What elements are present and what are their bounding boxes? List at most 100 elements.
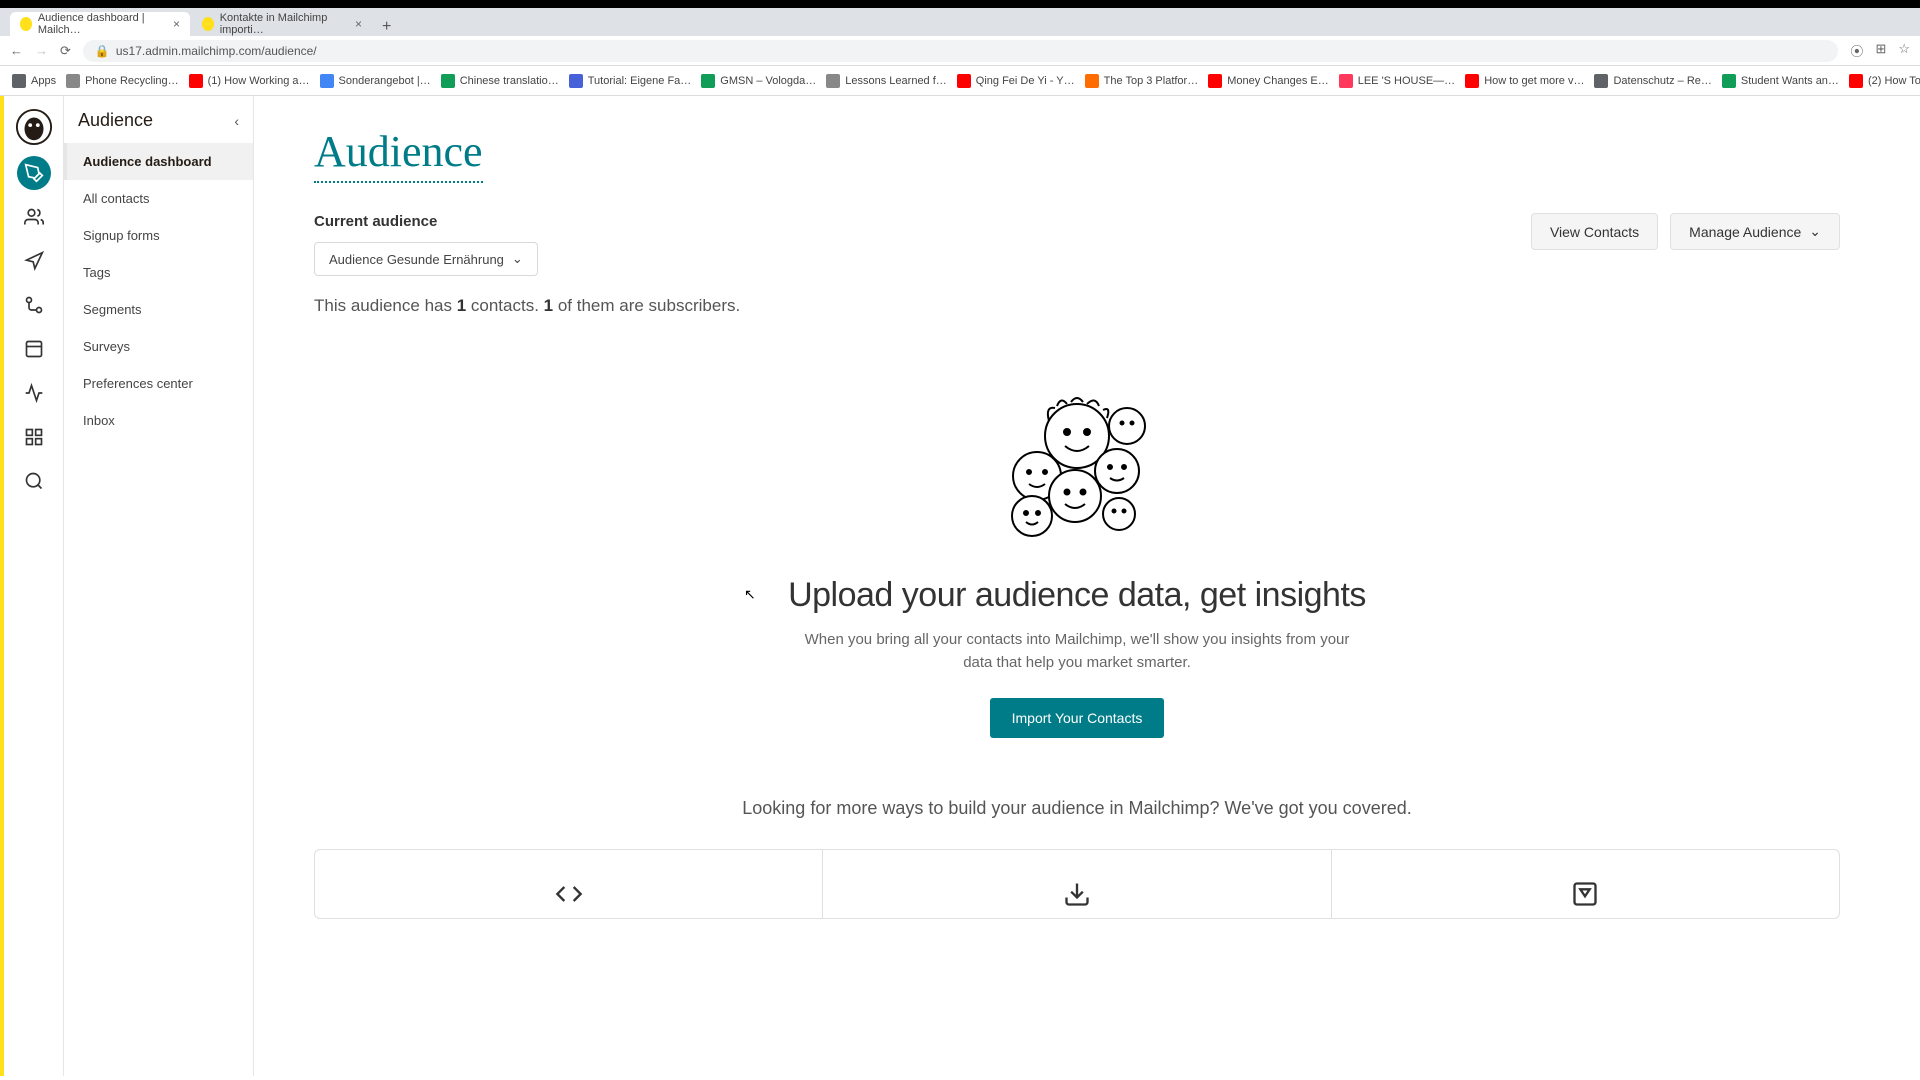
chevron-down-icon: ⌄: [512, 251, 523, 267]
mailchimp-favicon: [20, 17, 32, 31]
bookmark-item[interactable]: Tutorial: Eigene Fa…: [569, 74, 692, 88]
import-contacts-button[interactable]: Import Your Contacts: [990, 698, 1165, 738]
bookmark-item[interactable]: Datenschutz – Re…: [1594, 74, 1711, 88]
audience-illustration: [977, 366, 1177, 546]
star-icon[interactable]: ☆: [1898, 41, 1910, 60]
mailchimp-logo[interactable]: [15, 108, 53, 146]
sidebar-item-signup-forms[interactable]: Signup forms: [64, 217, 253, 254]
sidebar-title: Audience: [78, 110, 153, 131]
bookmark-item[interactable]: LEE 'S HOUSE—…: [1339, 74, 1455, 88]
rail-campaigns-icon[interactable]: [17, 244, 51, 278]
bookmark-item[interactable]: (1) How Working a…: [189, 74, 310, 88]
chevron-down-icon: ⌄: [1809, 223, 1821, 240]
bookmark-item[interactable]: Qing Fei De Yi - Y…: [957, 74, 1075, 88]
bookmark-item[interactable]: Sonderangebot |…: [320, 74, 431, 88]
apps-icon: [12, 74, 26, 88]
sidebar-item-surveys[interactable]: Surveys: [64, 328, 253, 365]
browser-tab[interactable]: Kontakte in Mailchimp importi… ×: [192, 12, 372, 36]
bookmark-item[interactable]: Phone Recycling…: [66, 74, 179, 88]
card-import[interactable]: [823, 850, 1331, 918]
rail-integrations-icon[interactable]: [17, 420, 51, 454]
bookmark-favicon: [1085, 74, 1099, 88]
sidebar-header: Audience ‹: [64, 110, 253, 143]
bookmark-item[interactable]: Student Wants an…: [1722, 74, 1839, 88]
card-landing[interactable]: [1332, 850, 1839, 918]
rail-search-icon[interactable]: [17, 464, 51, 498]
bookmark-item[interactable]: How to get more v…: [1465, 74, 1584, 88]
mailchimp-favicon: [202, 17, 214, 31]
rail-content-icon[interactable]: [17, 376, 51, 410]
bookmark-favicon: [66, 74, 80, 88]
code-icon: [555, 880, 583, 908]
rail-website-icon[interactable]: [17, 332, 51, 366]
url-text: us17.admin.mailchimp.com/audience/: [116, 44, 317, 58]
back-icon[interactable]: ←: [10, 43, 23, 58]
window-top-bar: [0, 0, 1920, 8]
empty-state: Upload your audience data, get insights …: [727, 366, 1427, 738]
sidebar-item-inbox[interactable]: Inbox: [64, 402, 253, 439]
bookmark-favicon: [441, 74, 455, 88]
bookmark-bar: Apps Phone Recycling… (1) How Working a……: [0, 66, 1920, 96]
sidebar-item-dashboard[interactable]: Audience dashboard: [64, 143, 253, 180]
audience-selector-value: Audience Gesunde Ernährung: [329, 252, 504, 267]
icon-rail: [4, 96, 64, 1076]
sidebar-item-segments[interactable]: Segments: [64, 291, 253, 328]
bookmark-favicon: [1849, 74, 1863, 88]
manage-audience-button[interactable]: Manage Audience ⌄: [1670, 213, 1840, 250]
close-tab-icon[interactable]: ×: [355, 17, 362, 31]
audience-stats: This audience has 1 contacts. 1 of them …: [314, 296, 1840, 316]
bookmark-favicon: [569, 74, 583, 88]
current-audience-block: Current audience Audience Gesunde Ernähr…: [314, 213, 538, 276]
empty-state-title: Upload your audience data, get insights: [727, 576, 1427, 615]
bookmark-item[interactable]: Lessons Learned f…: [826, 74, 947, 88]
bookmark-favicon: [1465, 74, 1479, 88]
browser-tab-bar: Audience dashboard | Mailch… × Kontakte …: [0, 8, 1920, 36]
reload-icon[interactable]: ⟳: [60, 43, 71, 59]
page-title: Audience: [314, 126, 483, 183]
close-tab-icon[interactable]: ×: [173, 17, 180, 31]
rail-create-icon[interactable]: [17, 156, 51, 190]
bookmark-item[interactable]: Chinese translatio…: [441, 74, 559, 88]
more-ways-heading: Looking for more ways to build your audi…: [314, 798, 1840, 819]
main-content: Audience Current audience Audience Gesun…: [254, 96, 1920, 1076]
bookmark-item[interactable]: (2) How To Add A…: [1849, 74, 1920, 88]
bookmark-favicon: [1339, 74, 1353, 88]
bookmark-favicon: [1594, 74, 1608, 88]
card-embed[interactable]: [315, 850, 823, 918]
bookmark-apps[interactable]: Apps: [12, 74, 56, 88]
url-input[interactable]: 🔒 us17.admin.mailchimp.com/audience/: [83, 40, 1839, 62]
filter-icon: [1571, 880, 1599, 908]
current-audience-label: Current audience: [314, 213, 538, 230]
audience-actions: View Contacts Manage Audience ⌄: [1531, 213, 1840, 250]
audience-controls-row: Current audience Audience Gesunde Ernähr…: [314, 213, 1840, 276]
browser-tab-active[interactable]: Audience dashboard | Mailch… ×: [10, 12, 190, 36]
lock-icon: 🔒: [95, 44, 110, 58]
bookmark-favicon: [957, 74, 971, 88]
sidebar-item-preferences[interactable]: Preferences center: [64, 365, 253, 402]
sidebar-item-tags[interactable]: Tags: [64, 254, 253, 291]
bookmark-favicon: [1208, 74, 1222, 88]
rail-automations-icon[interactable]: [17, 288, 51, 322]
bookmark-item[interactable]: Money Changes E…: [1208, 74, 1329, 88]
view-contacts-button[interactable]: View Contacts: [1531, 213, 1658, 250]
app-container: Audience ‹ Audience dashboard All contac…: [0, 96, 1920, 1076]
sidebar: Audience ‹ Audience dashboard All contac…: [64, 96, 254, 1076]
build-audience-cards: [314, 849, 1840, 919]
rail-audience-icon[interactable]: [17, 200, 51, 234]
bookmark-favicon: [701, 74, 715, 88]
download-icon: [1063, 880, 1091, 908]
bookmark-item[interactable]: GMSN – Vologda…: [701, 74, 816, 88]
empty-state-subtitle: When you bring all your contacts into Ma…: [797, 629, 1357, 674]
bookmark-item[interactable]: The Top 3 Platfor…: [1085, 74, 1199, 88]
collapse-sidebar-icon[interactable]: ‹: [234, 113, 239, 129]
tab-title: Kontakte in Mailchimp importi…: [220, 12, 349, 36]
sidebar-item-all-contacts[interactable]: All contacts: [64, 180, 253, 217]
audience-selector[interactable]: Audience Gesunde Ernährung ⌄: [314, 242, 538, 276]
translate-icon[interactable]: ⦿: [1850, 41, 1863, 60]
extensions-icon[interactable]: ⊞: [1875, 41, 1886, 60]
forward-icon[interactable]: →: [35, 43, 48, 58]
tab-title: Audience dashboard | Mailch…: [38, 12, 167, 36]
bookmark-favicon: [320, 74, 334, 88]
new-tab-button[interactable]: +: [374, 18, 399, 36]
bookmark-favicon: [1722, 74, 1736, 88]
